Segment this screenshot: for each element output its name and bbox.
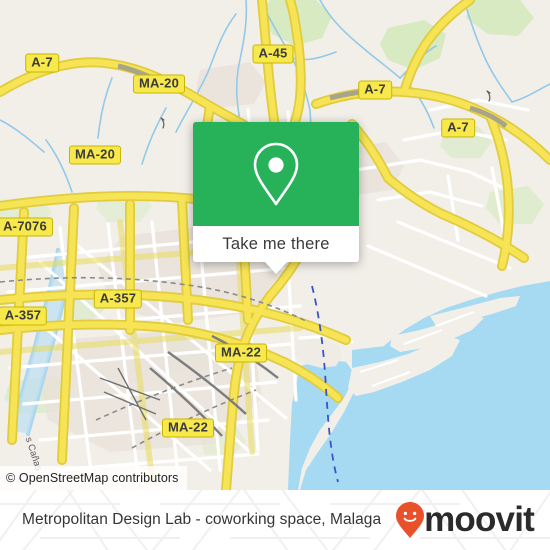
moovit-brand-logo[interactable]: moovit <box>395 500 535 539</box>
road-shield: MA-20 <box>132 74 186 94</box>
road-shield: A-357 <box>0 306 48 326</box>
place-title: Metropolitan Design Lab - coworking spac… <box>22 511 382 528</box>
road-shield: A-7 <box>441 118 475 138</box>
map-canvas[interactable]: A-7 MA-20 A-45 A-7 A-7 MA-20 A-7076 A-35… <box>0 0 550 490</box>
popup-card-header <box>193 122 359 226</box>
road-shield: MA-22 <box>161 418 215 438</box>
take-me-there-label: Take me there <box>222 234 330 253</box>
road-shield: MA-22 <box>214 343 268 363</box>
location-popup-card[interactable]: Take me there <box>193 122 359 274</box>
osm-attribution-text: © OpenStreetMap contributors <box>6 471 179 485</box>
moovit-map-screenshot: A-7 MA-20 A-45 A-7 A-7 MA-20 A-7076 A-35… <box>0 0 550 550</box>
osm-attribution: © OpenStreetMap contributors <box>0 466 187 490</box>
map-pin-icon <box>248 140 304 208</box>
popup-tail-pointer <box>264 261 288 274</box>
road-shield: A-357 <box>93 289 143 309</box>
road-shield: A-7 <box>358 80 392 100</box>
footer-bar: Metropolitan Design Lab - coworking spac… <box>0 490 550 550</box>
road-shield: A-45 <box>252 44 294 64</box>
take-me-there-button[interactable]: Take me there <box>193 226 359 274</box>
moovit-smiley-pin-icon <box>395 501 425 539</box>
road-shield: A-7 <box>25 53 59 73</box>
road-shield: A-7076 <box>0 217 53 237</box>
moovit-wordmark: moovit <box>424 500 535 539</box>
road-shield: MA-20 <box>68 145 122 165</box>
